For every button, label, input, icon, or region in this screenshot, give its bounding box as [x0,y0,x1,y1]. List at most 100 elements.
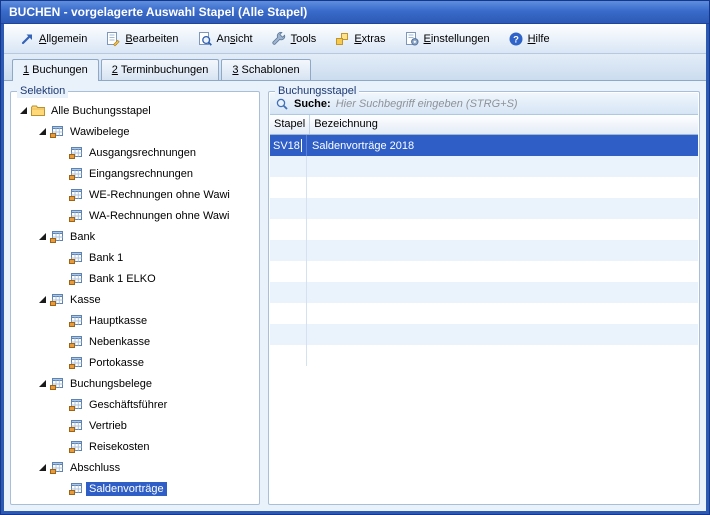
cell-bezeichnung [307,261,698,282]
tree-item-label: Nebenkasse [86,335,153,349]
table-header: Stapel Bezeichnung [270,115,698,135]
tree-item[interactable]: Saldenvorträge [11,478,259,499]
tree-item[interactable]: Ausgangsrechnungen [11,142,259,163]
menu-item-label: Extras [354,33,385,45]
stapel-list: SV18Saldenvorträge 2018 [270,135,698,503]
tree-item-label: Reisekosten [86,440,153,454]
tree-item[interactable]: Portokasse [11,352,259,373]
cell-stapel [270,303,307,324]
empty-row[interactable] [270,240,698,261]
titlebar[interactable]: BUCHEN - vorgelagerte Auswahl Stapel (Al… [1,1,709,24]
tab-number: 1 [23,64,29,76]
tree-arrow-spacer [55,189,68,201]
tree-item[interactable]: Hauptkasse [11,310,259,331]
app-window: BUCHEN - vorgelagerte Auswahl Stapel (Al… [0,0,710,515]
expand-arrow-icon[interactable] [17,105,30,117]
cell-bezeichnung [307,198,698,219]
tree-item[interactable]: Eingangsrechnungen [11,163,259,184]
cell-bezeichnung [307,324,698,345]
menu-item-extras[interactable]: Extras [327,27,392,51]
search-icon [275,97,289,111]
tree-item[interactable]: Bank 1 [11,247,259,268]
svg-text:?: ? [513,34,519,45]
tree-item[interactable]: WE-Rechnungen ohne Wawi [11,184,259,205]
search-input[interactable]: Hier Suchbegriff eingeben (STRG+S) [336,98,518,110]
empty-row[interactable] [270,345,698,366]
menu-item-tools[interactable]: Tools [264,27,324,51]
menu-item-allgemein[interactable]: Allgemein [12,27,94,51]
tree-item[interactable]: Kasse [11,289,259,310]
text-caret [301,139,302,152]
tab-buchungen[interactable]: 1Buchungen [12,59,99,81]
tree-item[interactable]: Alle Buchungsstapel [11,100,259,121]
tree-item[interactable]: Reisekosten [11,436,259,457]
empty-row[interactable] [270,198,698,219]
tree-item[interactable]: Geschäftsführer [11,394,259,415]
expand-arrow-icon[interactable] [36,294,49,306]
tree-item[interactable]: WA-Rechnungen ohne Wawi [11,205,259,226]
menu-item-ansicht[interactable]: Ansicht [190,27,260,51]
stapel-icon [49,124,67,140]
expand-arrow-icon[interactable] [36,231,49,243]
empty-row[interactable] [270,177,698,198]
tree-item-label: Hauptkasse [86,314,150,328]
tree-item[interactable]: Bank 1 ELKO [11,268,259,289]
table-row[interactable]: SV18Saldenvorträge 2018 [270,135,698,156]
stapel-icon [68,439,86,455]
stapel-icon [68,355,86,371]
tree-arrow-spacer [55,273,68,285]
tree-item[interactable]: Vertrieb [11,415,259,436]
tabstrip: 1Buchungen2Terminbuchungen3Schablonen [4,54,706,81]
empty-row[interactable] [270,261,698,282]
empty-row[interactable] [270,282,698,303]
menu-item-bearbeiten[interactable]: Bearbeiten [98,27,185,51]
tree-item[interactable]: Abschluss [11,457,259,478]
tree-arrow-spacer [55,147,68,159]
tree-item[interactable]: Buchungsbelege [11,373,259,394]
menu-item-hilfe[interactable]: ?Hilfe [501,27,557,51]
stapel-icon [68,418,86,434]
expand-arrow-icon[interactable] [36,462,49,474]
tree-item-label: Bank 1 [86,251,126,265]
tab-number: 2 [112,64,118,76]
cell-stapel [270,240,307,261]
tree-item-label: WE-Rechnungen ohne Wawi [86,188,233,202]
content-area: Selektion Alle BuchungsstapelWawibelegeA… [4,81,706,511]
folder-icon [30,103,48,119]
stapel-group-title: Buchungsstapel [275,85,359,98]
tree-item[interactable]: Nebenkasse [11,331,259,352]
empty-row[interactable] [270,156,698,177]
menu-item-einstellungen[interactable]: Einstellungen [397,27,497,51]
cell-stapel [270,282,307,303]
stapel-groupbox: Buchungsstapel Suche: Hier Suchbegriff e… [268,91,700,505]
selection-tree: Alle BuchungsstapelWawibelege Ausgangsrec… [11,92,259,504]
window-title: BUCHEN - vorgelagerte Auswahl Stapel (Al… [9,5,307,19]
tab-terminbuchungen[interactable]: 2Terminbuchungen [101,59,220,80]
search-label: Suche: [294,98,331,110]
cell-bezeichnung [307,282,698,303]
menu-item-label: Ansicht [217,33,253,45]
empty-row[interactable] [270,324,698,345]
tree-arrow-spacer [55,357,68,369]
column-header-stapel[interactable]: Stapel [270,115,310,134]
selection-groupbox: Selektion Alle BuchungsstapelWawibelegeA… [10,91,260,505]
empty-row[interactable] [270,219,698,240]
expand-arrow-icon[interactable] [36,126,49,138]
empty-row[interactable] [270,303,698,324]
tree-arrow-spacer [55,315,68,327]
tab-number: 3 [232,64,238,76]
tree-item[interactable]: Wawibelege [11,121,259,142]
cell-bezeichnung [307,156,698,177]
stapel-icon [68,271,86,287]
cell-bezeichnung [307,240,698,261]
tab-schablonen[interactable]: 3Schablonen [221,59,310,80]
tree-arrow-spacer [55,483,68,495]
tree-item-label: Ausgangsrechnungen [86,146,199,160]
tree-arrow-spacer [55,399,68,411]
column-header-bezeichnung[interactable]: Bezeichnung [310,115,698,134]
tree-item-label: Kasse [67,293,104,307]
stapel-icon [68,250,86,266]
expand-arrow-icon[interactable] [36,378,49,390]
tree-item[interactable]: Bank [11,226,259,247]
edit-icon [105,31,121,47]
